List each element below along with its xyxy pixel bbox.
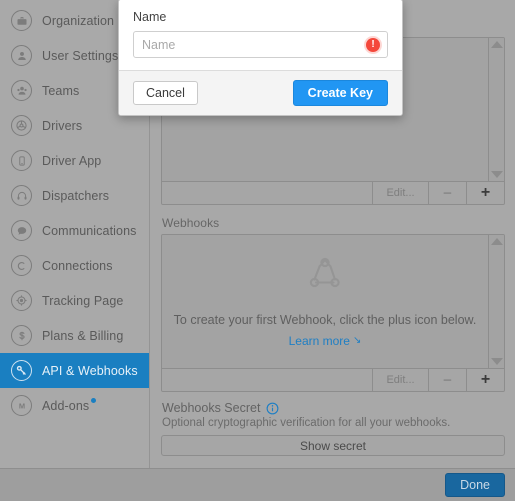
webhooks-learn-more-link[interactable]: Learn more ↘: [289, 334, 362, 348]
webhooks-scrollbar[interactable]: [488, 235, 504, 368]
scroll-up-arrow-icon[interactable]: [490, 41, 503, 48]
notification-dot-badge: [91, 397, 97, 403]
name-field-label: Name: [133, 10, 167, 24]
m-circle-icon: M: [11, 395, 32, 416]
sidebar-item-communications[interactable]: Communications: [0, 213, 149, 248]
sidebar-item-dispatchers[interactable]: Dispatchers: [0, 178, 149, 213]
api-keys-remove-button[interactable]: −: [428, 182, 466, 204]
dollar-icon: [11, 325, 32, 346]
api-keys-toolbar: Edit... − +: [162, 181, 504, 204]
webhooks-remove-button[interactable]: −: [428, 369, 466, 391]
sidebar-item-connections[interactable]: Connections: [0, 248, 149, 283]
info-icon[interactable]: [266, 402, 279, 415]
sidebar-item-label: Communications: [42, 223, 137, 238]
webhooks-toolbar: Edit... − +: [162, 368, 504, 391]
webhooks-section-label: Webhooks: [162, 216, 220, 230]
webhooks-secret-header: Webhooks Secret: [162, 401, 505, 415]
dialog-footer: Cancel Create Key: [119, 70, 402, 115]
sidebar-item-driver-app[interactable]: Driver App: [0, 143, 149, 178]
done-button[interactable]: Done: [445, 473, 505, 497]
api-keys-add-button[interactable]: +: [466, 182, 504, 204]
dialog-body: Name !: [119, 0, 402, 70]
sidebar-item-label: API & Webhooks: [42, 363, 138, 378]
sidebar-item-label: Tracking Page: [42, 293, 124, 308]
api-keys-scrollbar[interactable]: [488, 38, 504, 181]
name-input[interactable]: [133, 31, 388, 58]
sidebar-item-plans-billing[interactable]: Plans & Billing: [0, 318, 149, 353]
copyright-c-icon: [11, 255, 32, 276]
steering-wheel-icon: [11, 115, 32, 136]
sidebar-item-tracking-page[interactable]: Tracking Page: [0, 283, 149, 318]
cancel-button[interactable]: Cancel: [133, 81, 198, 105]
webhooks-panel: To create your first Webhook, click the …: [161, 234, 505, 392]
create-api-key-dialog: Name ! Cancel Create Key: [118, 0, 403, 116]
scroll-down-arrow-icon[interactable]: [490, 171, 503, 178]
scroll-down-arrow-icon[interactable]: [490, 358, 503, 365]
settings-window: Organization User Settings Teams Drivers Dri…: [0, 0, 515, 501]
webhooks-empty-state: To create your first Webhook, click the …: [162, 235, 488, 368]
person-icon: [11, 45, 32, 66]
sidebar-item-api-webhooks[interactable]: API & Webhooks: [0, 353, 149, 388]
learn-more-label: Learn more: [288, 333, 350, 348]
create-key-button[interactable]: Create Key: [292, 80, 388, 106]
scroll-up-arrow-icon[interactable]: [490, 238, 503, 245]
sidebar-item-label: Connections: [42, 258, 113, 273]
error-icon: !: [366, 37, 380, 52]
briefcase-icon: [11, 10, 32, 31]
name-field-wrapper: !: [133, 31, 388, 58]
sidebar-item-label: Driver App: [42, 153, 102, 168]
phone-icon: [11, 150, 32, 171]
show-secret-button[interactable]: Show secret: [161, 435, 505, 456]
sidebar-item-label: Organization: [42, 13, 115, 28]
sidebar-item-label: Plans & Billing: [42, 328, 124, 343]
sidebar-item-label: Drivers: [42, 118, 83, 133]
sidebar-item-label: Add-ons: [42, 397, 97, 413]
window-footer: Done: [0, 468, 515, 501]
key-icon: [11, 360, 32, 381]
webhooks-secret-title: Webhooks Secret: [162, 401, 261, 415]
sidebar-item-add-ons[interactable]: M Add-ons: [0, 388, 149, 423]
webhook-logo-icon: [306, 256, 344, 295]
svg-text:M: M: [18, 401, 24, 410]
sidebar-item-label: Teams: [42, 83, 80, 98]
chat-bubble-icon: [11, 220, 32, 241]
target-icon: [11, 290, 32, 311]
webhooks-secret-description: Optional cryptographic verification for …: [162, 417, 451, 429]
webhooks-empty-text: To create your first Webhook, click the …: [173, 312, 477, 327]
sidebar-item-label: Dispatchers: [42, 188, 110, 203]
headset-icon: [11, 185, 32, 206]
sidebar-item-label: User Settings: [42, 48, 119, 63]
people-icon: [11, 80, 32, 101]
webhooks-list[interactable]: To create your first Webhook, click the …: [162, 235, 504, 368]
api-keys-edit-button[interactable]: Edit...: [372, 182, 428, 204]
external-arrow-icon: ↘: [352, 335, 362, 346]
webhooks-add-button[interactable]: +: [466, 369, 504, 391]
webhooks-edit-button[interactable]: Edit...: [372, 369, 428, 391]
